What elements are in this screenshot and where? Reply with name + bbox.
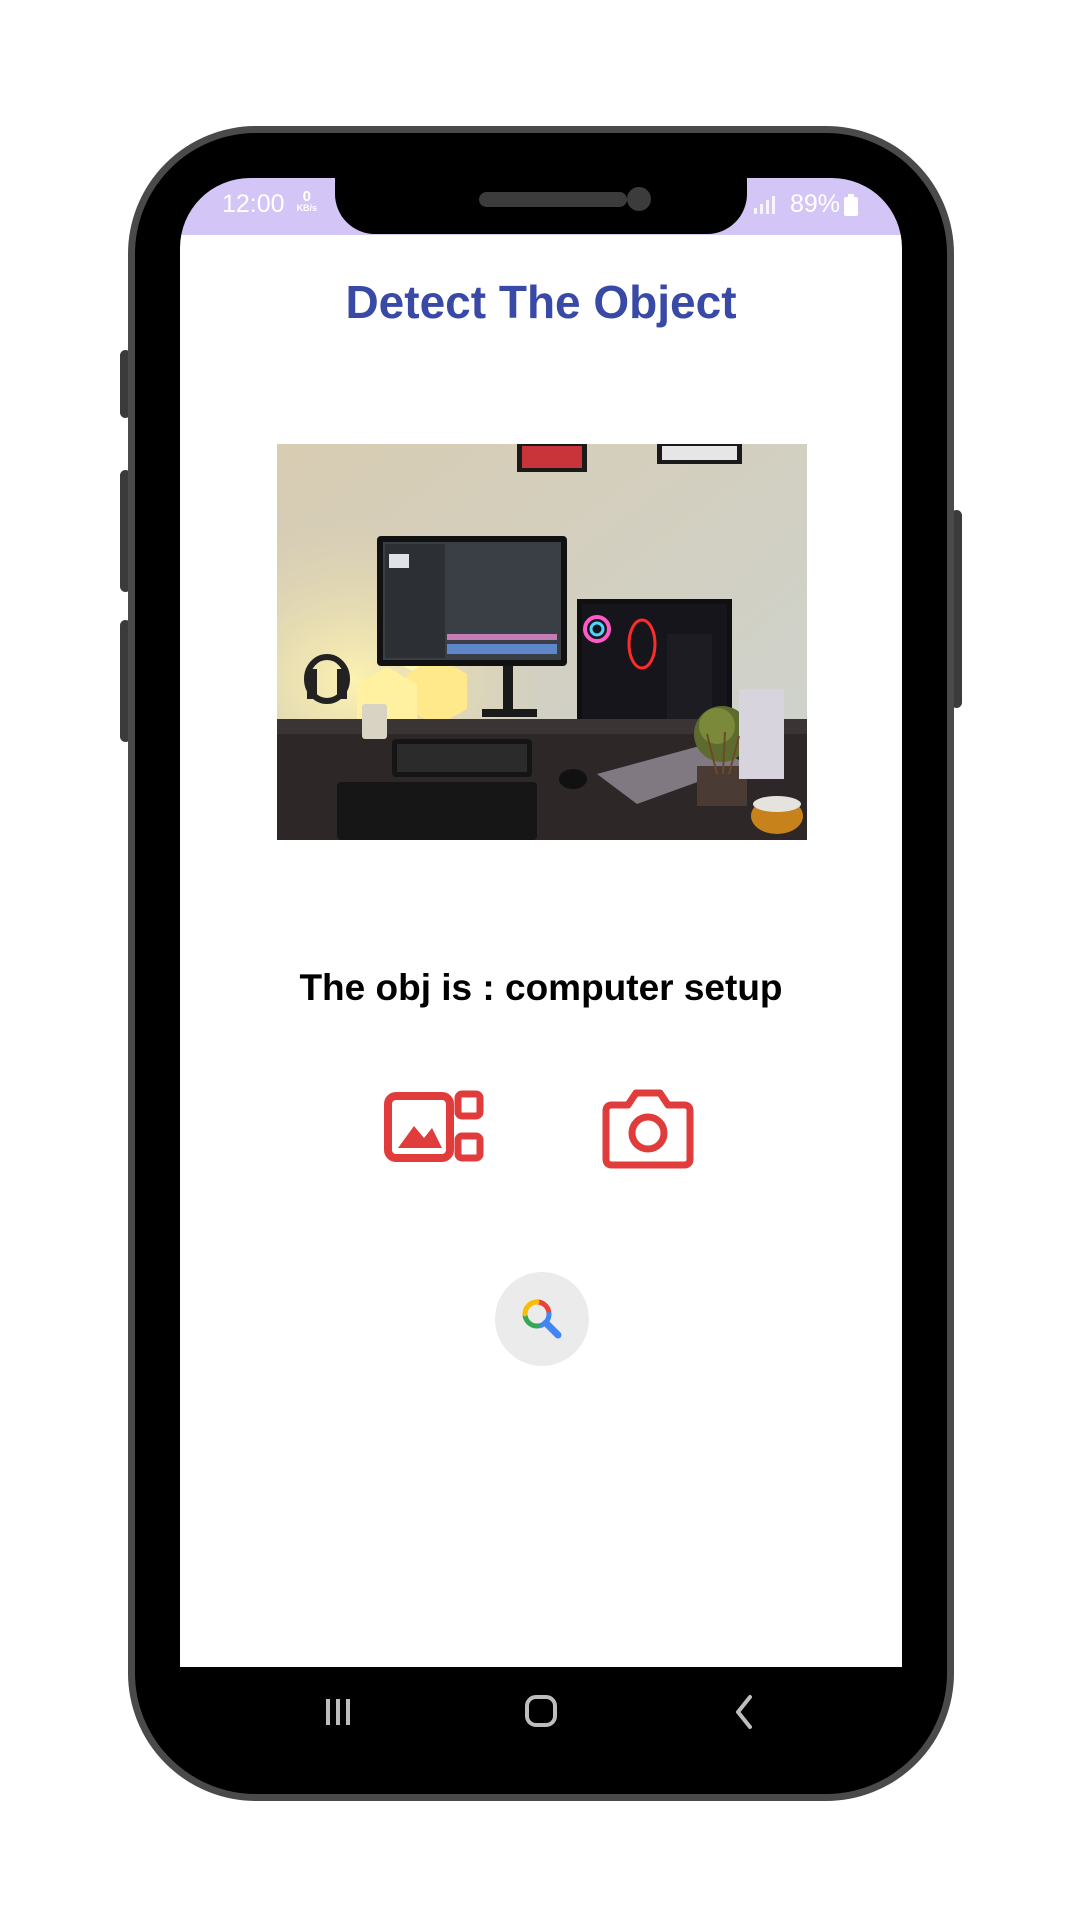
page-title: Detect The Object: [345, 276, 737, 328]
recents-icon[interactable]: [308, 1687, 368, 1737]
signal-icon: [753, 195, 775, 214]
gallery-icon[interactable]: [384, 1088, 486, 1168]
back-icon[interactable]: [714, 1687, 774, 1737]
front-camera: [627, 187, 651, 211]
status-left: 12:00 0 KB/s: [222, 188, 318, 219]
home-icon[interactable]: [511, 1687, 571, 1737]
detect-search-button[interactable]: [495, 1272, 589, 1366]
phone-speaker: [479, 192, 627, 207]
data-rate-indicator: 0 KB/s: [296, 188, 318, 213]
app-content: Detect The Object The obj is: computer …: [180, 235, 902, 1667]
detected-object-photo: [277, 444, 807, 840]
page: 12:00 0 KB/s 89% Detect The Object The o…: [0, 0, 1080, 1920]
phone-screen: 12:00 0 KB/s 89% Detect The Object The o…: [180, 178, 902, 1754]
camera-icon[interactable]: [602, 1085, 694, 1169]
detection-result: The obj is : computer setup: [299, 967, 783, 1008]
system-navigation-bar: [180, 1667, 902, 1754]
search-icon: [522, 1299, 562, 1339]
data-rate-unit: KB/s: [296, 203, 318, 213]
status-time: 12:00: [222, 190, 285, 218]
data-rate-value: 0: [302, 188, 311, 205]
battery-percent: 89%: [789, 190, 840, 218]
battery-icon: [844, 193, 858, 216]
status-right: 89%: [752, 190, 866, 219]
